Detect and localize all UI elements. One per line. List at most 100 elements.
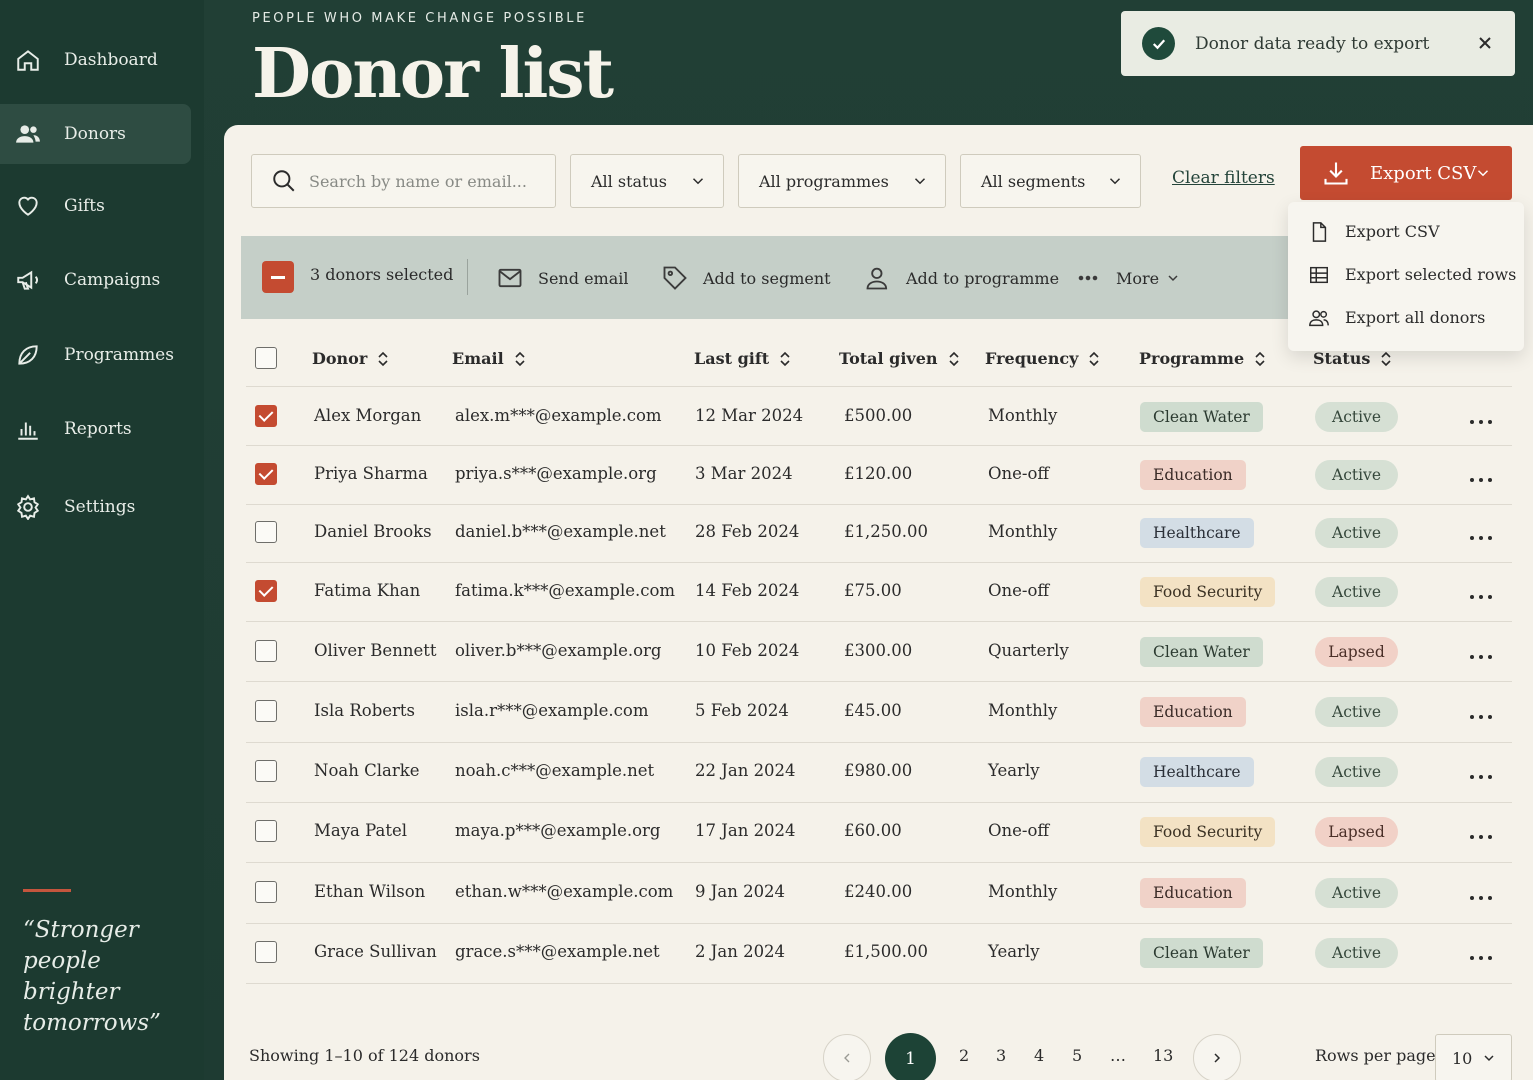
donor-name[interactable]: Ethan Wilson	[314, 882, 425, 901]
column-header-programme[interactable]: Programme	[1139, 349, 1266, 368]
close-icon[interactable]	[1475, 33, 1495, 53]
export-selected-rows-option[interactable]: Export selected rows	[1288, 253, 1524, 296]
sidebar-item-gifts[interactable]: Gifts	[0, 176, 191, 236]
divider	[246, 862, 1512, 863]
send-email-button[interactable]: Send email	[496, 262, 628, 294]
total-given: £1,500.00	[844, 942, 928, 961]
sidebar-item-label: Dashboard	[64, 50, 158, 70]
frequency: Yearly	[988, 942, 1040, 961]
add-to-segment-button[interactable]: Add to segment	[661, 262, 831, 294]
clear-filters-link[interactable]: Clear filters	[1172, 168, 1275, 188]
row-checkbox[interactable]	[255, 640, 277, 662]
column-header-donor[interactable]: Donor	[312, 349, 389, 368]
search-input[interactable]	[309, 171, 529, 191]
last-gift-date: 9 Jan 2024	[695, 882, 786, 901]
more-actions-button[interactable]: More	[1076, 262, 1181, 294]
add-to-programme-button[interactable]: Add to programme	[864, 262, 1059, 294]
row-checkbox[interactable]	[255, 820, 277, 842]
search-field[interactable]	[251, 154, 556, 208]
total-given: £45.00	[844, 701, 902, 720]
row-more-icon[interactable]	[1469, 587, 1493, 599]
export-all-donors-option[interactable]: Export all donors	[1288, 296, 1524, 339]
chevron-down-icon	[1474, 164, 1492, 182]
divider	[246, 621, 1512, 622]
programme-badge: Clean Water	[1140, 938, 1263, 968]
row-more-icon[interactable]	[1469, 948, 1493, 960]
column-header-status[interactable]: Status	[1313, 349, 1392, 368]
donor-name[interactable]: Maya Patel	[314, 821, 407, 840]
row-checkbox[interactable]	[255, 760, 277, 782]
home-icon	[14, 46, 42, 74]
row-more-icon[interactable]	[1469, 528, 1493, 540]
sidebar-item-donors[interactable]: Donors	[0, 104, 191, 164]
total-given: £980.00	[844, 761, 913, 780]
row-checkbox[interactable]	[255, 941, 277, 963]
pagination-summary: Showing 1–10 of 124 donors	[249, 1046, 480, 1065]
export-csv-option[interactable]: Export CSV	[1288, 210, 1524, 253]
export-csv-button[interactable]: Export CSV	[1300, 146, 1512, 200]
select-all-checkbox[interactable]	[255, 347, 277, 369]
sidebar-item-label: Donors	[64, 124, 126, 144]
rows-per-page-select[interactable]: 10	[1435, 1034, 1512, 1080]
frequency: Monthly	[988, 882, 1058, 901]
next-page-button[interactable]	[1193, 1034, 1241, 1080]
total-given: £60.00	[844, 821, 902, 840]
donor-name[interactable]: Priya Sharma	[314, 464, 428, 483]
sidebar-item-dashboard[interactable]: Dashboard	[0, 30, 191, 90]
sidebar-item-settings[interactable]: Settings	[0, 477, 191, 537]
row-checkbox[interactable]	[255, 580, 277, 602]
donor-name[interactable]: Fatima Khan	[314, 581, 420, 600]
sort-icon	[378, 351, 388, 366]
total-given: £240.00	[844, 882, 913, 901]
page-button[interactable]: 5	[1072, 1046, 1082, 1065]
programme-badge: Healthcare	[1140, 757, 1254, 787]
donor-name[interactable]: Noah Clarke	[314, 761, 419, 780]
row-checkbox[interactable]	[255, 881, 277, 903]
last-gift-date: 2 Jan 2024	[695, 942, 786, 961]
divider	[246, 802, 1512, 803]
column-header-total-given[interactable]: Total given	[839, 349, 960, 368]
donor-email: maya.p***@example.org	[455, 821, 661, 840]
row-more-icon[interactable]	[1469, 470, 1493, 482]
sidebar-item-programmes[interactable]: Programmes	[0, 325, 191, 385]
last-gift-date: 17 Jan 2024	[695, 821, 796, 840]
page-button[interactable]: 13	[1153, 1046, 1173, 1065]
page-button[interactable]: 3	[996, 1046, 1006, 1065]
status-filter[interactable]: All status	[570, 154, 724, 208]
row-checkbox[interactable]	[255, 405, 277, 427]
page-button[interactable]: 4	[1034, 1046, 1044, 1065]
donor-name[interactable]: Alex Morgan	[314, 406, 421, 425]
column-header-last-gift[interactable]: Last gift	[694, 349, 791, 368]
quote-divider	[23, 889, 71, 892]
sort-icon	[1255, 351, 1265, 366]
donor-name[interactable]: Grace Sullivan	[314, 942, 437, 961]
sidebar-item-campaigns[interactable]: Campaigns	[0, 250, 191, 310]
row-more-icon[interactable]	[1469, 707, 1493, 719]
row-more-icon[interactable]	[1469, 827, 1493, 839]
column-header-email[interactable]: Email	[452, 349, 526, 368]
row-checkbox[interactable]	[255, 700, 277, 722]
divider	[467, 259, 468, 295]
donor-name[interactable]: Isla Roberts	[314, 701, 415, 720]
previous-page-button[interactable]	[823, 1034, 871, 1080]
segment-filter-value: All segments	[981, 171, 1086, 191]
deselect-all-checkbox[interactable]	[262, 261, 294, 293]
row-checkbox[interactable]	[255, 521, 277, 543]
programme-filter[interactable]: All programmes	[738, 154, 946, 208]
row-more-icon[interactable]	[1469, 647, 1493, 659]
page-button[interactable]: 2	[959, 1046, 969, 1065]
last-gift-date: 28 Feb 2024	[695, 522, 800, 541]
row-more-icon[interactable]	[1469, 767, 1493, 779]
column-header-frequency[interactable]: Frequency	[985, 349, 1100, 368]
table-icon	[1310, 266, 1328, 283]
segment-filter[interactable]: All segments	[960, 154, 1141, 208]
row-more-icon[interactable]	[1469, 888, 1493, 900]
donor-name[interactable]: Oliver Bennett	[314, 641, 436, 660]
chevron-down-icon	[1481, 1050, 1497, 1066]
page-button-current[interactable]: 1	[885, 1033, 936, 1080]
donor-name[interactable]: Daniel Brooks	[314, 522, 432, 541]
row-more-icon[interactable]	[1469, 412, 1493, 424]
sidebar-item-reports[interactable]: Reports	[0, 399, 191, 459]
chevron-down-icon	[1106, 172, 1124, 190]
row-checkbox[interactable]	[255, 463, 277, 485]
